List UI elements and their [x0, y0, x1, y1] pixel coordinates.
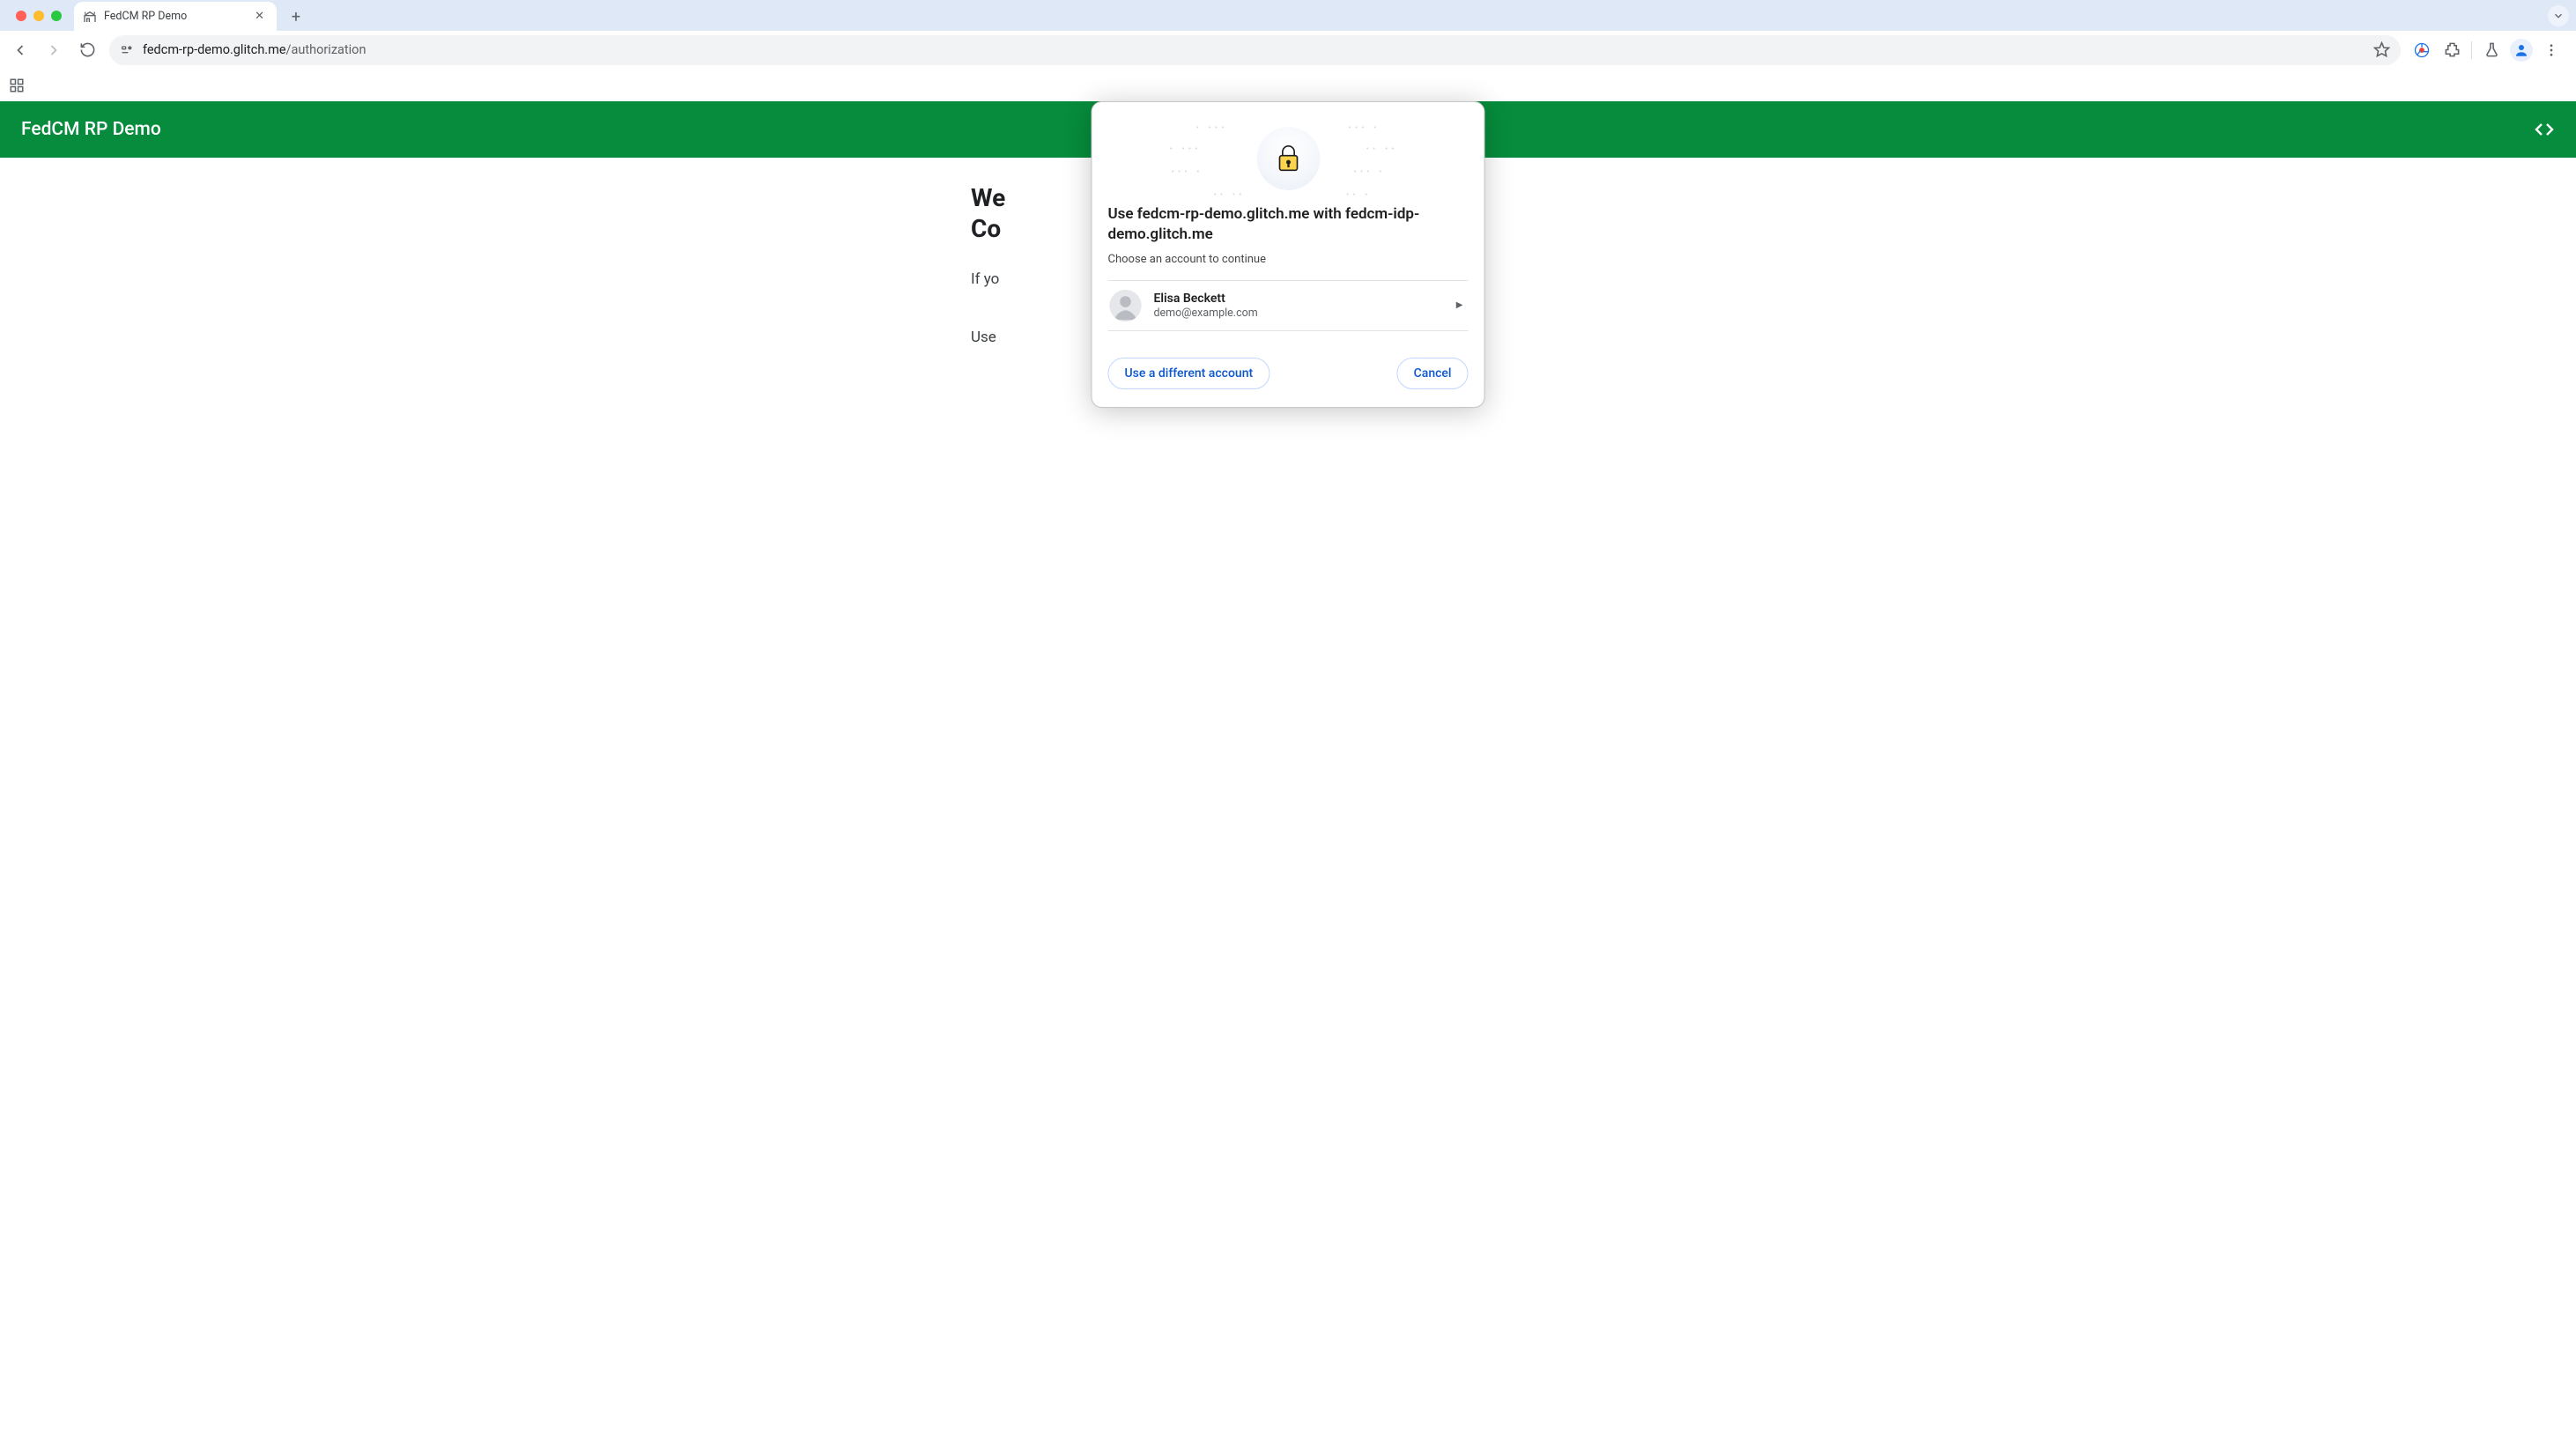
use-different-account-button[interactable]: Use a different account [1108, 358, 1270, 389]
window-zoom-button[interactable] [51, 11, 62, 21]
url-domain: fedcm-rp-demo.glitch.me [143, 42, 286, 57]
dialog-buttons: Use a different account Cancel [1108, 358, 1469, 389]
browser-tab[interactable]: FedCM RP Demo ✕ [74, 2, 277, 31]
url-path: /authorization [286, 42, 366, 57]
window-close-button[interactable] [16, 11, 26, 21]
new-tab-button[interactable]: + [284, 4, 308, 29]
url-text: fedcm-rp-demo.glitch.me/authorization [143, 42, 366, 57]
nav-back-button[interactable] [5, 35, 35, 65]
cancel-button[interactable]: Cancel [1397, 358, 1469, 389]
account-item[interactable]: Elisa Beckett demo@example.com ▶ [1108, 281, 1469, 331]
nav-forward-button[interactable] [39, 35, 69, 65]
headline-fragment-2: Co [971, 214, 1001, 243]
dialog-title: Use fedcm-rp-demo.glitch.me with fedcm-i… [1108, 204, 1469, 246]
page-viewport: FedCM RP Demo We Co If yo -in on t Use o… [0, 101, 2576, 1448]
lock-key-icon [1270, 141, 1306, 176]
bookmarks-bar [0, 70, 2576, 101]
dialog-subtitle: Choose an account to continue [1108, 253, 1469, 266]
code-icon[interactable] [2534, 119, 2555, 140]
app-title: FedCM RP Demo [21, 119, 161, 140]
para2-fragment-1: Use [971, 329, 996, 346]
dialog-hero-illustration: • •••••• • • ••••• •• ••• •••• • •• ••••… [1108, 118, 1469, 199]
apps-grid-icon[interactable] [9, 78, 25, 93]
para1-fragment-1: If yo [971, 270, 999, 288]
account-list: Elisa Beckett demo@example.com ▶ [1108, 280, 1469, 331]
tab-favicon-icon [83, 10, 97, 24]
headline-fragment-1: We [971, 183, 1005, 212]
bookmark-star-icon[interactable] [2373, 41, 2390, 58]
account-email: demo@example.com [1154, 307, 1258, 320]
kebab-menu-icon[interactable] [2537, 35, 2565, 65]
site-settings-icon[interactable] [120, 43, 134, 57]
extensions-screenshot-icon[interactable] [2408, 35, 2436, 65]
window-controls [4, 0, 74, 31]
window-minimize-button[interactable] [33, 11, 44, 21]
account-avatar [1110, 290, 1142, 321]
account-name: Elisa Beckett [1154, 292, 1258, 306]
toolbar-right-icons [2408, 35, 2571, 65]
nav-reload-button[interactable] [72, 35, 102, 65]
tab-title: FedCM RP Demo [104, 10, 187, 23]
browser-tabstrip: FedCM RP Demo ✕ + [0, 0, 2576, 31]
chevron-right-icon: ▶ [1456, 300, 1467, 310]
profile-button[interactable] [2507, 35, 2535, 65]
toolbar-divider [2471, 41, 2472, 59]
fedcm-dialog: • •••••• • • ••••• •• ••• •••• • •• ••••… [1092, 101, 1485, 408]
browser-toolbar: fedcm-rp-demo.glitch.me/authorization [0, 31, 2576, 70]
tabs-dropdown-button[interactable] [2548, 5, 2569, 26]
tab-close-button[interactable]: ✕ [251, 7, 268, 26]
extensions-icon[interactable] [2438, 35, 2466, 65]
address-bar[interactable]: fedcm-rp-demo.glitch.me/authorization [109, 35, 2401, 65]
labs-icon[interactable] [2477, 35, 2506, 65]
